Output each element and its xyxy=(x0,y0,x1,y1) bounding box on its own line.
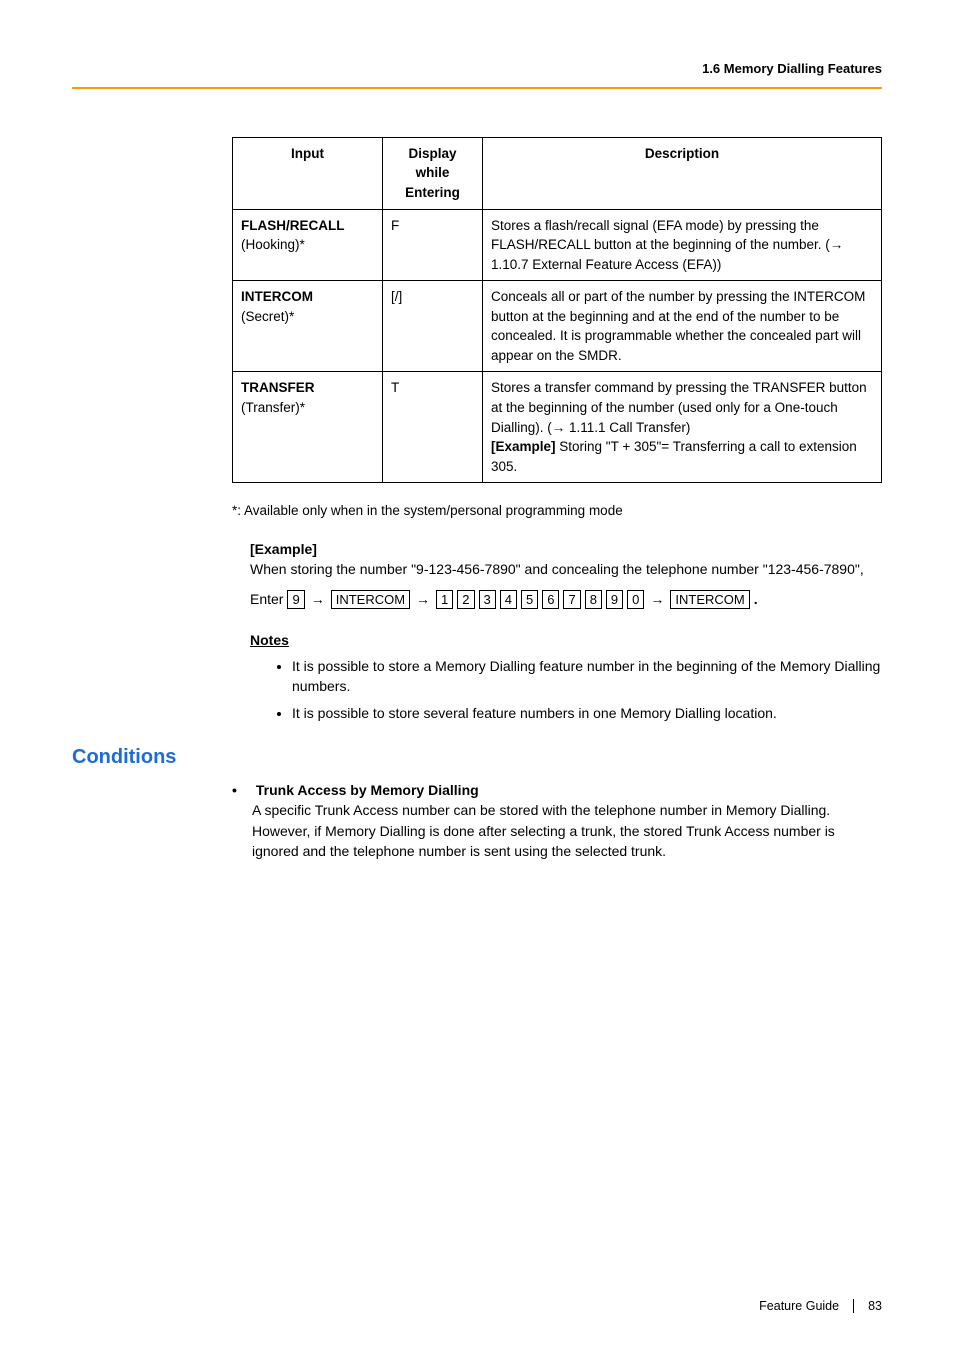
key-digit: 1 xyxy=(436,590,453,610)
list-item: It is possible to store a Memory Diallin… xyxy=(292,656,882,697)
th-display: Display while Entering xyxy=(383,137,483,209)
footer-label: Feature Guide xyxy=(759,1297,839,1315)
footer-divider xyxy=(853,1299,854,1313)
arrow-icon: → xyxy=(650,589,664,609)
description-cell: Stores a flash/recall signal (EFA mode) … xyxy=(483,209,882,281)
arrow-icon: → xyxy=(416,589,430,609)
feature-table: Input Display while Entering Description… xyxy=(232,137,882,483)
condition-title: Trunk Access by Memory Dialling xyxy=(256,782,479,798)
input-rest: (Hooking)* xyxy=(241,237,305,252)
description-cell: Conceals all or part of the number by pr… xyxy=(483,281,882,372)
description-cell: Stores a transfer command by pressing th… xyxy=(483,372,882,483)
enter-prefix: Enter xyxy=(250,589,283,609)
key-digit: 5 xyxy=(521,590,538,610)
key-digit: 4 xyxy=(500,590,517,610)
header-rule xyxy=(72,87,882,89)
table-row: INTERCOM (Secret)* [/] Conceals all or p… xyxy=(233,281,882,372)
table-row: FLASH/RECALL (Hooking)* F Stores a flash… xyxy=(233,209,882,281)
table-row: TRANSFER (Transfer)* T Stores a transfer… xyxy=(233,372,882,483)
section-heading: 1.6 Memory Dialling Features xyxy=(72,60,882,79)
enter-line: Enter 9 → INTERCOM → 1 2 3 4 5 6 7 8 9 0… xyxy=(250,589,882,609)
input-strong: TRANSFER xyxy=(241,380,315,395)
display-cell: T xyxy=(383,372,483,483)
enter-period: . xyxy=(754,589,758,609)
key-digit: 2 xyxy=(457,590,474,610)
key-9: 9 xyxy=(287,590,304,610)
key-digit: 8 xyxy=(585,590,602,610)
input-rest: (Secret)* xyxy=(241,309,294,324)
conditions-heading: Conditions xyxy=(72,743,882,772)
list-item: It is possible to store several feature … xyxy=(292,703,882,723)
key-digit: 7 xyxy=(563,590,580,610)
th-input: Input xyxy=(233,137,383,209)
display-cell: [/] xyxy=(383,281,483,372)
list-item: Trunk Access by Memory Dialling A specif… xyxy=(252,780,882,861)
key-digit: 0 xyxy=(627,590,644,610)
example-block: [Example] When storing the number "9-123… xyxy=(250,539,882,580)
input-strong: INTERCOM xyxy=(241,289,313,304)
th-description: Description xyxy=(483,137,882,209)
notes-heading: Notes xyxy=(250,630,882,650)
key-intercom: INTERCOM xyxy=(670,590,749,610)
example-text: When storing the number "9-123-456-7890"… xyxy=(250,559,882,579)
conditions-list: Trunk Access by Memory Dialling A specif… xyxy=(72,780,882,861)
notes-list: It is possible to store a Memory Diallin… xyxy=(292,656,882,723)
example-label: [Example] xyxy=(250,539,882,559)
asterisk-note: *: Available only when in the system/per… xyxy=(232,501,882,521)
key-digit: 3 xyxy=(479,590,496,610)
arrow-icon: → xyxy=(311,589,325,609)
condition-body: A specific Trunk Access number can be st… xyxy=(252,802,835,859)
display-cell: F xyxy=(383,209,483,281)
key-digit: 6 xyxy=(542,590,559,610)
page-footer: Feature Guide 83 xyxy=(759,1297,882,1315)
input-rest: (Transfer)* xyxy=(241,400,305,415)
input-strong: FLASH/RECALL xyxy=(241,218,345,233)
footer-page: 83 xyxy=(868,1297,882,1315)
key-intercom: INTERCOM xyxy=(331,590,410,610)
key-digit: 9 xyxy=(606,590,623,610)
